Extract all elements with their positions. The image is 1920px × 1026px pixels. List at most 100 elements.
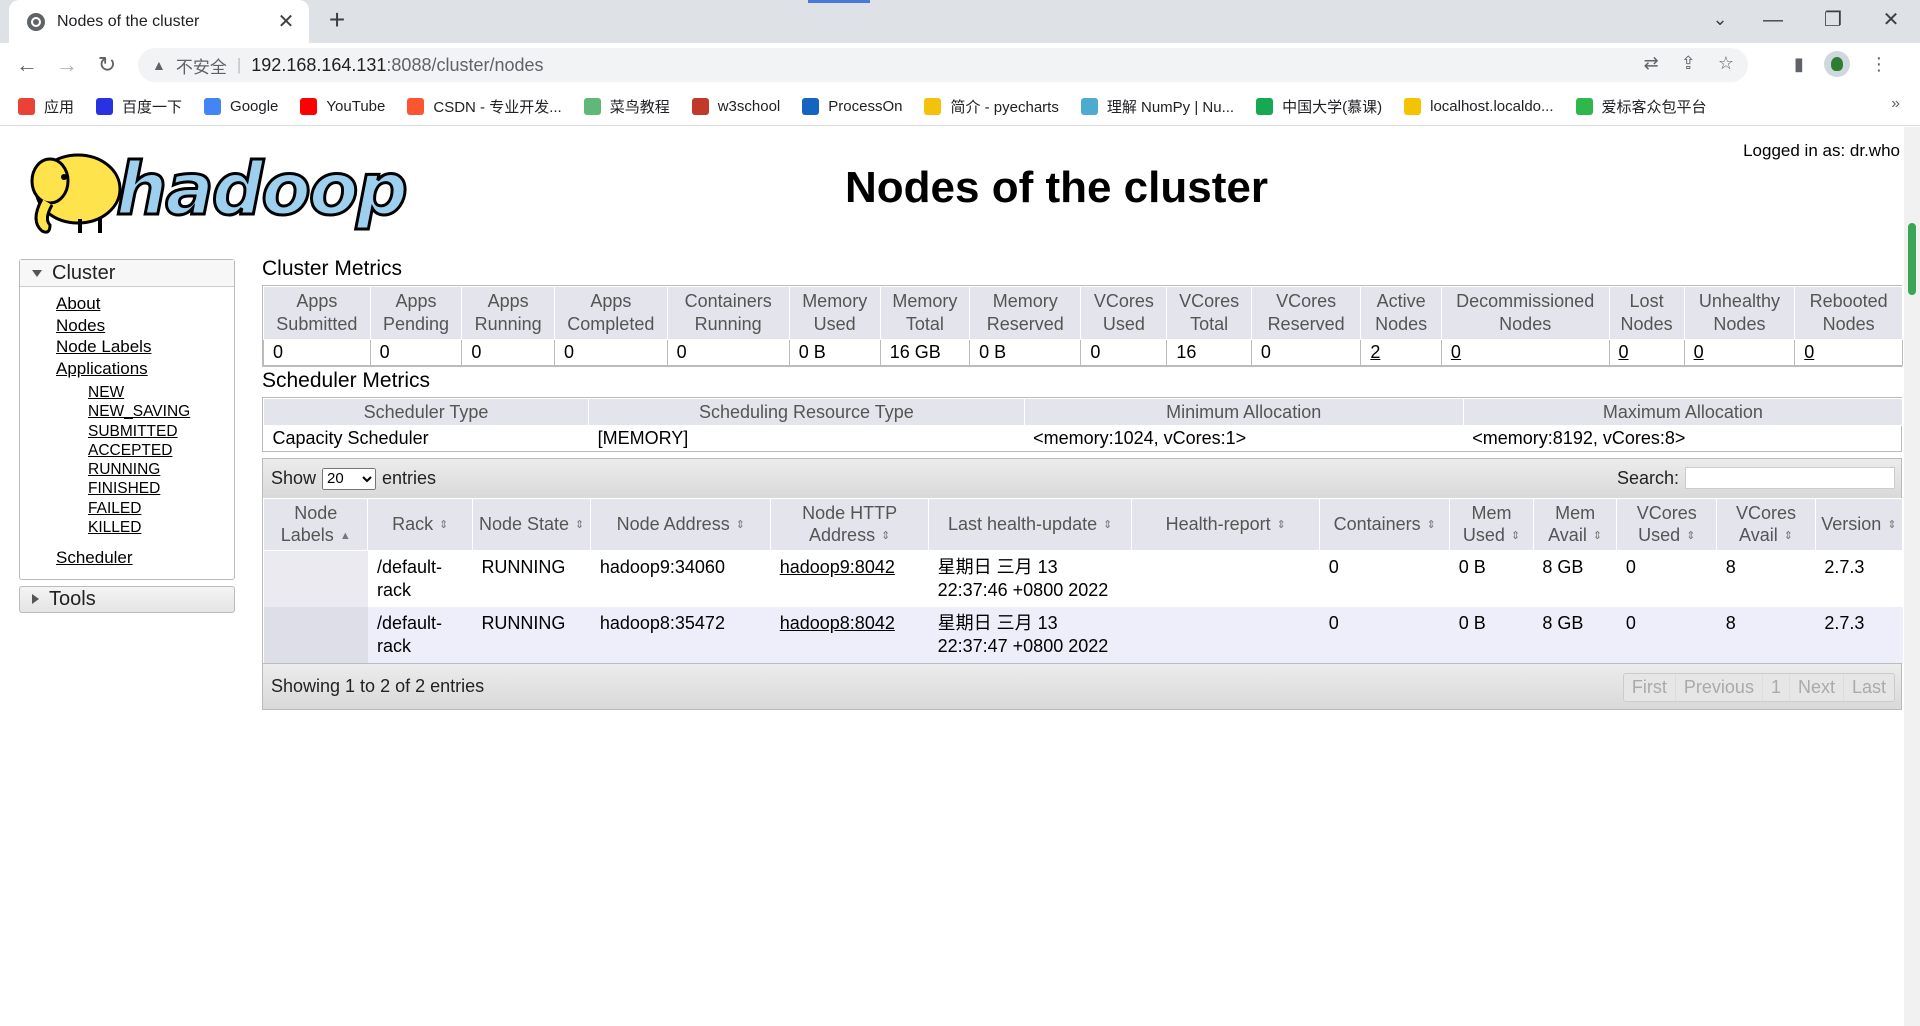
- metric-value-lost-nodes[interactable]: 0: [1608, 339, 1685, 366]
- sort-both-icon[interactable]: ⇕: [881, 525, 890, 547]
- cell-http[interactable]: hadoop8:8042: [771, 607, 929, 663]
- column-header-containers[interactable]: Containers ⇕: [1319, 498, 1451, 551]
- metric-value-active-nodes[interactable]: 2: [1360, 339, 1442, 366]
- column-header-vcores-used[interactable]: VCores Used ⇕: [1616, 498, 1718, 551]
- nav-link-app-new-saving[interactable]: NEW_SAVING: [88, 402, 234, 421]
- sort-both-icon[interactable]: ⇕: [736, 514, 745, 536]
- bookmark-item[interactable]: 理解 NumPy | Nu...: [1080, 96, 1234, 117]
- nav-link-nodes[interactable]: Nodes: [56, 315, 234, 337]
- address-bar[interactable]: ▲ 不安全 | 192.168.164.131 :8088/cluster/no…: [138, 48, 1748, 82]
- bookmark-item[interactable]: 应用: [18, 96, 74, 117]
- restore-icon[interactable]: ❐: [1810, 0, 1856, 43]
- metric-value-rebooted-nodes[interactable]: 0: [1794, 339, 1903, 366]
- column-header-vcores-avail[interactable]: VCores Avail ⇕: [1716, 498, 1816, 551]
- cell-text[interactable]: hadoop8:8042: [780, 613, 895, 633]
- column-header-health-report[interactable]: Health-report ⇕: [1131, 498, 1321, 551]
- nav-link-app-running[interactable]: RUNNING: [88, 460, 234, 479]
- url-path[interactable]: :8088/cluster/nodes: [386, 55, 543, 76]
- pager-1[interactable]: 1: [1763, 674, 1790, 701]
- metric-value-unhealthy-nodes[interactable]: 0: [1683, 339, 1796, 366]
- bookmark-item[interactable]: 爱标客众包平台: [1575, 96, 1707, 117]
- bookmark-item[interactable]: 百度一下: [96, 96, 182, 117]
- metric-value-text[interactable]: 0: [1694, 342, 1704, 362]
- column-header-node-http-address[interactable]: Node HTTP Address ⇕: [770, 498, 930, 551]
- page-scrollbar[interactable]: [1904, 127, 1920, 1026]
- tab-close-icon[interactable]: ✕: [275, 9, 297, 34]
- column-header-mem-avail[interactable]: Mem Avail ⇕: [1532, 498, 1618, 551]
- browser-tab-active[interactable]: Nodes of the cluster ✕: [9, 0, 309, 43]
- sort-both-icon[interactable]: ⇕: [1593, 525, 1602, 547]
- nav-link-scheduler[interactable]: Scheduler: [56, 547, 234, 569]
- nav-link-app-submitted[interactable]: SUBMITTED: [88, 422, 234, 441]
- sort-ascending-icon[interactable]: ▲: [340, 525, 351, 547]
- minimize-icon[interactable]: —: [1750, 0, 1796, 43]
- nav-link-about[interactable]: About: [56, 293, 234, 315]
- new-tab-button[interactable]: +: [322, 6, 352, 36]
- pager-next[interactable]: Next: [1790, 674, 1844, 701]
- bookmark-item[interactable]: localhost.localdo...: [1404, 97, 1554, 115]
- translate-icon[interactable]: ⇄: [1644, 53, 1659, 74]
- scrollbar-thumb[interactable]: [1908, 223, 1916, 295]
- url-host[interactable]: 192.168.164.131: [251, 55, 386, 76]
- nav-link-node-labels[interactable]: Node Labels: [56, 336, 234, 358]
- bookmark-item[interactable]: 菜鸟教程: [583, 96, 670, 117]
- bookmark-item[interactable]: ProcessOn: [802, 97, 902, 115]
- back-arrow-icon[interactable]: ←: [12, 51, 42, 81]
- sort-both-icon[interactable]: ⇕: [439, 514, 448, 536]
- window-close-icon[interactable]: ✕: [1868, 0, 1914, 43]
- tab-search-chevron-icon[interactable]: ⌄: [1700, 0, 1740, 40]
- bookmark-item[interactable]: CSDN - 专业开发...: [407, 96, 562, 117]
- menu-kebab-icon[interactable]: ⋮: [1870, 54, 1888, 75]
- bookmark-item[interactable]: Google: [204, 97, 278, 115]
- column-header-rack[interactable]: Rack ⇕: [367, 498, 473, 551]
- sort-both-icon[interactable]: ⇕: [1511, 525, 1520, 547]
- pager-first[interactable]: First: [1624, 674, 1676, 701]
- nav-link-app-new[interactable]: NEW: [88, 383, 234, 402]
- tools-nav-header[interactable]: Tools: [19, 585, 235, 613]
- nav-link-applications[interactable]: Applications: [56, 358, 234, 380]
- cluster-nav-header[interactable]: Cluster: [20, 260, 234, 287]
- nav-link-app-finished[interactable]: FINISHED: [88, 479, 234, 498]
- security-label[interactable]: 不安全: [176, 53, 227, 78]
- metric-value-text[interactable]: 0: [1619, 342, 1629, 362]
- metric-value-text[interactable]: 2: [1370, 342, 1380, 362]
- column-header-mem-used[interactable]: Mem Used ⇕: [1449, 498, 1534, 551]
- search-input[interactable]: [1685, 467, 1895, 489]
- bookmark-item[interactable]: 中国大学(慕课): [1256, 96, 1382, 117]
- bookmark-star-icon[interactable]: ☆: [1718, 53, 1734, 74]
- metric-value-text[interactable]: 0: [1804, 342, 1814, 362]
- nav-link-app-failed[interactable]: FAILED: [88, 499, 234, 518]
- cell-text[interactable]: hadoop9:8042: [780, 557, 895, 577]
- column-header-node-state[interactable]: Node State ⇕: [471, 498, 592, 551]
- column-header-node-address[interactable]: Node Address ⇕: [590, 498, 772, 551]
- sort-both-icon[interactable]: ⇕: [1887, 514, 1896, 536]
- page-size-select[interactable]: 20: [322, 467, 377, 490]
- profile-avatar[interactable]: [1823, 51, 1850, 77]
- sort-both-icon[interactable]: ⇕: [575, 514, 584, 536]
- metric-value-decommissioned-nodes[interactable]: 0: [1440, 339, 1610, 366]
- column-header-last-health-update[interactable]: Last health-update ⇕: [928, 498, 1133, 551]
- sort-both-icon[interactable]: ⇕: [1277, 514, 1286, 536]
- metric-value-text[interactable]: 0: [1451, 342, 1461, 362]
- pager-last[interactable]: Last: [1844, 674, 1894, 701]
- sort-both-icon[interactable]: ⇕: [1686, 525, 1695, 547]
- side-panel-icon[interactable]: ▮: [1794, 54, 1804, 75]
- sort-both-icon[interactable]: ⇕: [1103, 514, 1112, 536]
- bookmarks-overflow-icon[interactable]: »: [1891, 95, 1900, 113]
- sort-both-icon[interactable]: ⇕: [1427, 514, 1436, 536]
- column-header-node-labels[interactable]: Node Labels ▲: [262, 498, 369, 551]
- warning-triangle-icon[interactable]: ▲: [152, 57, 166, 73]
- bookmark-item[interactable]: w3school: [691, 97, 780, 115]
- share-icon[interactable]: ⇪: [1681, 53, 1696, 74]
- column-header-version[interactable]: Version ⇕: [1814, 498, 1904, 551]
- hadoop-logo[interactable]: hadoop: [20, 139, 409, 239]
- cell-http[interactable]: hadoop9:8042: [771, 551, 929, 608]
- nav-link-app-killed[interactable]: KILLED: [88, 518, 234, 537]
- bookmark-item[interactable]: YouTube: [300, 97, 385, 115]
- bookmark-item[interactable]: 简介 - pyecharts: [924, 96, 1059, 117]
- reload-icon[interactable]: ↻: [92, 51, 122, 81]
- pager-previous[interactable]: Previous: [1676, 674, 1763, 701]
- sort-both-icon[interactable]: ⇕: [1784, 525, 1793, 547]
- forward-arrow-icon[interactable]: →: [52, 51, 82, 81]
- nav-link-app-accepted[interactable]: ACCEPTED: [88, 441, 234, 460]
